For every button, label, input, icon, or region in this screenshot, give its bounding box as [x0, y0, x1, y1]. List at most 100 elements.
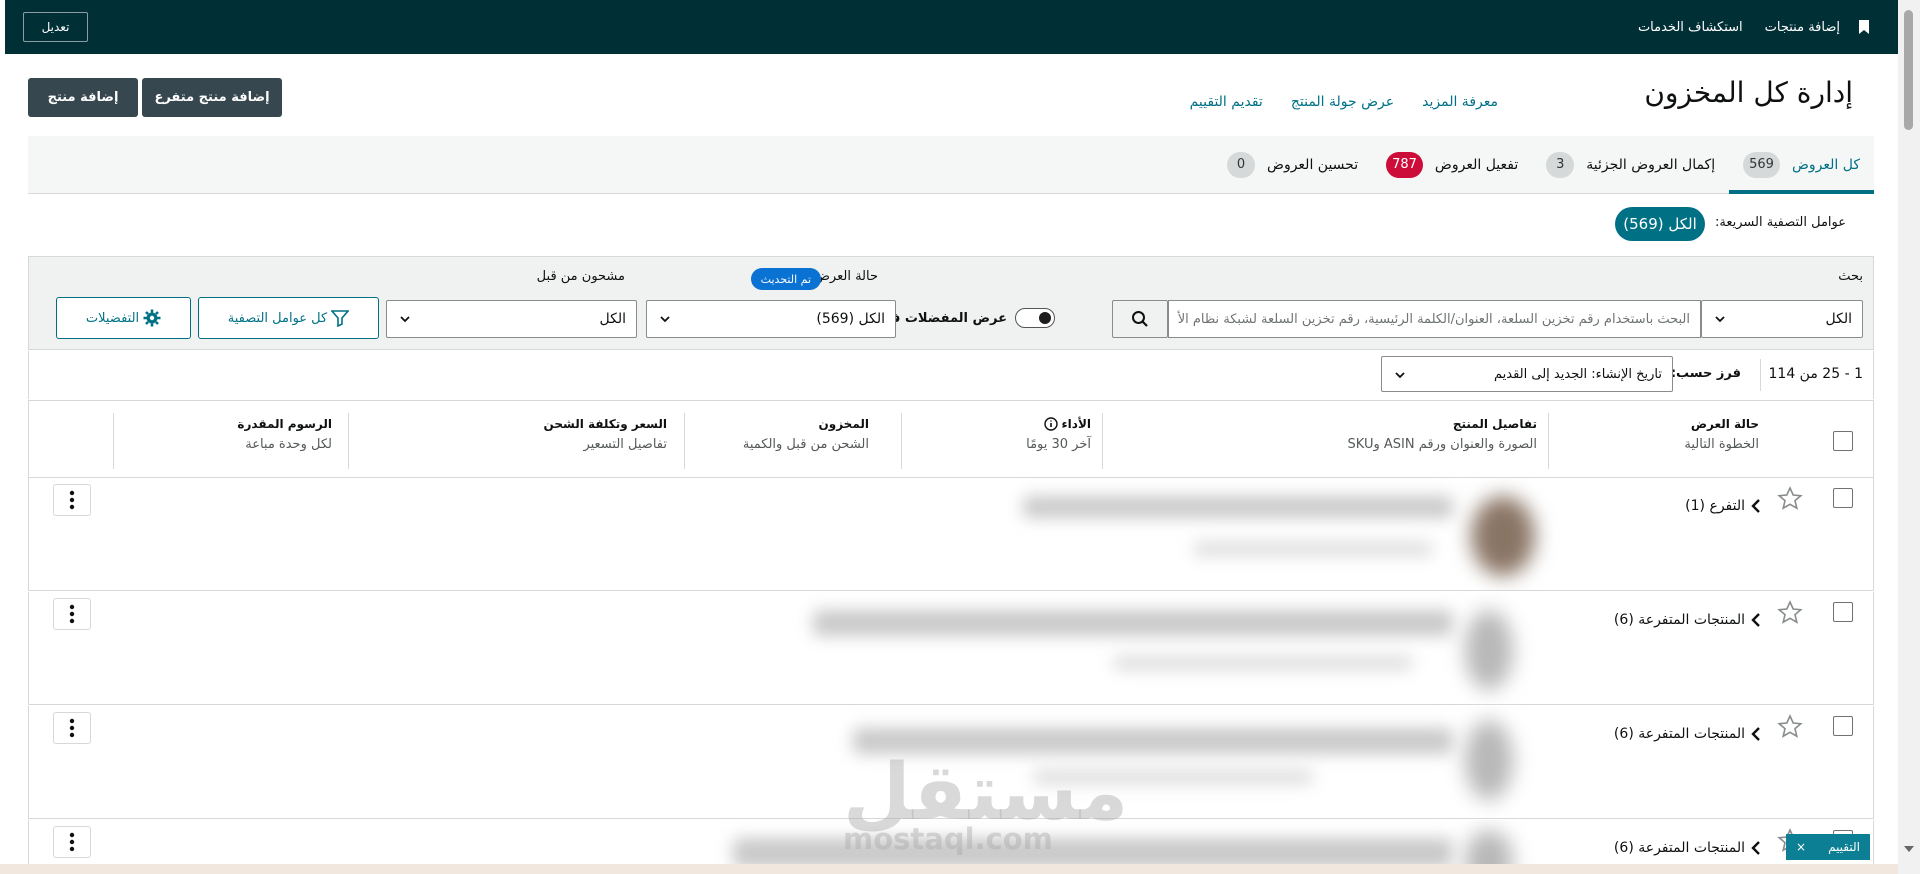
col-subtitle: آخر 30 يومًا [1026, 437, 1091, 452]
column-divider [901, 413, 902, 469]
table-row: المنتجات المتفرعة (6) [28, 592, 1874, 705]
feedback-chip[interactable]: التقييم × [1786, 834, 1870, 860]
col-subtitle: الشحن من قبل والكمية [742, 437, 869, 452]
star-icon[interactable] [1777, 486, 1803, 512]
search-icon [1132, 311, 1148, 327]
toggle-knob [1039, 312, 1051, 324]
preferences-button[interactable]: التفضيلات [56, 297, 191, 339]
row-checkbox[interactable] [1833, 716, 1853, 736]
count-badge: 569 [1743, 151, 1780, 178]
listing-status-select[interactable]: الكل (569) [646, 300, 896, 338]
tab-all-listings[interactable]: كل العروض 569 [1729, 136, 1874, 194]
filter-icon [331, 310, 350, 327]
search-scope-value: الكل [1825, 311, 1853, 327]
quick-filter-all[interactable]: الكل (569) [1615, 207, 1705, 241]
results-bar: 1 - 25 من 114 فرز حسب: تاريخ الإنشاء: ال… [28, 351, 1874, 399]
sort-select[interactable]: تاريخ الإنشاء: الجديد إلى القديم [1381, 356, 1673, 392]
rate-link[interactable]: تقديم التقييم [1190, 94, 1263, 110]
search-button[interactable] [1112, 300, 1168, 338]
product-tour-link[interactable]: عرض جولة المنتج [1291, 94, 1394, 110]
column-divider [1102, 413, 1103, 469]
col-listing-status[interactable]: حالة العرض الخطوة التالية [1684, 417, 1759, 452]
updated-badge: تم التحديث [750, 268, 821, 290]
listing-status-value: الكل (569) [816, 311, 885, 327]
gear-icon [143, 309, 161, 327]
bottom-strip [0, 864, 1898, 874]
col-subtitle: الخطوة التالية [1684, 437, 1759, 452]
product-title-blurred [1023, 496, 1453, 518]
alert-count-badge: 787 [1386, 151, 1423, 178]
close-icon[interactable]: × [1796, 840, 1806, 854]
favorites-toggle[interactable] [1015, 308, 1055, 328]
feedback-label: التقييم [1828, 840, 1860, 854]
product-sku-blurred [1113, 656, 1413, 670]
learn-more-link[interactable]: معرفة المزيد [1422, 94, 1498, 110]
col-inventory[interactable]: المخزون الشحن من قبل والكمية [743, 417, 869, 452]
search-scope-select[interactable]: الكل [1701, 300, 1863, 338]
chevron-left-icon [1751, 841, 1760, 855]
info-icon[interactable] [1043, 417, 1058, 431]
edit-button[interactable]: تعديل [23, 12, 88, 42]
more-options-button[interactable] [53, 598, 91, 630]
tab-complete-partial[interactable]: إكمال العروض الجزئية 3 [1532, 136, 1729, 194]
col-title: تفاصيل المنتج [1452, 417, 1537, 431]
vertical-scrollbar[interactable] [1898, 0, 1920, 874]
variation-toggle[interactable]: المنتجات المتفرعة (6) [1614, 612, 1761, 628]
col-price-shipping[interactable]: السعر وتكلفة الشحن تفاصيل التسعير [544, 417, 667, 452]
all-filters-label: كل عوامل التصفية [227, 310, 328, 326]
scrollbar-thumb[interactable] [1904, 10, 1913, 130]
sort-value: تاريخ الإنشاء: الجديد إلى القديم [1494, 366, 1662, 382]
filter-panel: بحث الكل البحث باستخدام رقم تخزين السلعة… [28, 256, 1874, 350]
product-image [1471, 496, 1535, 576]
add-variation-button[interactable]: إضافة منتج متفرع [142, 78, 282, 117]
top-navigation-bar: إضافة منتجات استكشاف الخدمات تعديل [5, 0, 1898, 54]
chevron-down-icon [400, 316, 410, 323]
tab-label: إكمال العروض الجزئية [1586, 156, 1716, 173]
more-options-button[interactable] [53, 826, 91, 858]
nav-discover-services[interactable]: استكشاف الخدمات [1638, 20, 1743, 35]
star-icon[interactable] [1777, 714, 1803, 740]
row-checkbox[interactable] [1833, 602, 1853, 622]
results-count: 1 - 25 من 114 [1768, 366, 1864, 382]
row-checkbox[interactable] [1833, 488, 1853, 508]
chevron-down-icon [660, 316, 670, 323]
col-title: السعر وتكلفة الشحن [543, 417, 667, 431]
tab-activate-listings[interactable]: تفعيل العروض 787 [1372, 136, 1532, 194]
col-title: الأداء [1061, 417, 1091, 431]
more-options-button[interactable] [53, 712, 91, 744]
nav-add-products[interactable]: إضافة منتجات [1765, 20, 1840, 35]
variation-label: المنتجات المتفرعة (6) [1613, 612, 1745, 628]
more-vertical-icon [69, 718, 75, 738]
shipped-before-select[interactable]: الكل [386, 300, 637, 338]
table-row: التفرع (1) [28, 478, 1874, 591]
listing-status-label: حالة العرض [814, 269, 878, 284]
all-filters-button[interactable]: كل عوامل التصفية [198, 297, 379, 339]
more-options-button[interactable] [53, 484, 91, 516]
column-divider [684, 413, 685, 469]
chevron-down-icon [1715, 316, 1725, 323]
variation-toggle[interactable]: المنتجات المتفرعة (6) [1614, 726, 1761, 742]
product-sku-blurred [1193, 542, 1433, 556]
scroll-down-arrow-icon[interactable] [1904, 846, 1914, 852]
col-subtitle: الصورة والعنوان ورقم ASIN وSKU [1347, 437, 1537, 452]
product-title-blurred [813, 610, 1453, 636]
col-subtitle: تفاصيل التسعير [583, 437, 667, 452]
more-vertical-icon [69, 832, 75, 852]
watermark-url: mostaql.com [843, 822, 1053, 856]
select-all-checkbox[interactable] [1833, 431, 1853, 451]
col-product-details[interactable]: تفاصيل المنتج الصورة والعنوان ورقم ASIN … [1348, 417, 1537, 452]
more-vertical-icon [69, 604, 75, 624]
star-icon[interactable] [1777, 600, 1803, 626]
search-input[interactable]: البحث باستخدام رقم تخزين السلعة، العنوان… [1168, 300, 1701, 338]
col-estimated-fees[interactable]: الرسوم المقدرة لكل وحدة مباعة [237, 417, 332, 452]
col-performance[interactable]: الأداء آخر 30 يومًا [1026, 417, 1091, 452]
header-links: معرفة المزيد عرض جولة المنتج تقديم التقي… [1190, 94, 1498, 110]
add-product-button[interactable]: إضافة منتج [28, 78, 138, 117]
variation-toggle[interactable]: المنتجات المتفرعة (6) [1614, 840, 1761, 856]
bookmark-icon[interactable] [1858, 20, 1870, 34]
column-divider [113, 413, 114, 469]
variation-label: التفرع (1) [1685, 498, 1745, 514]
col-title: المخزون [818, 417, 869, 431]
variation-toggle[interactable]: التفرع (1) [1685, 498, 1761, 514]
tab-improve-listings[interactable]: تحسين العروض 0 [1213, 136, 1372, 194]
